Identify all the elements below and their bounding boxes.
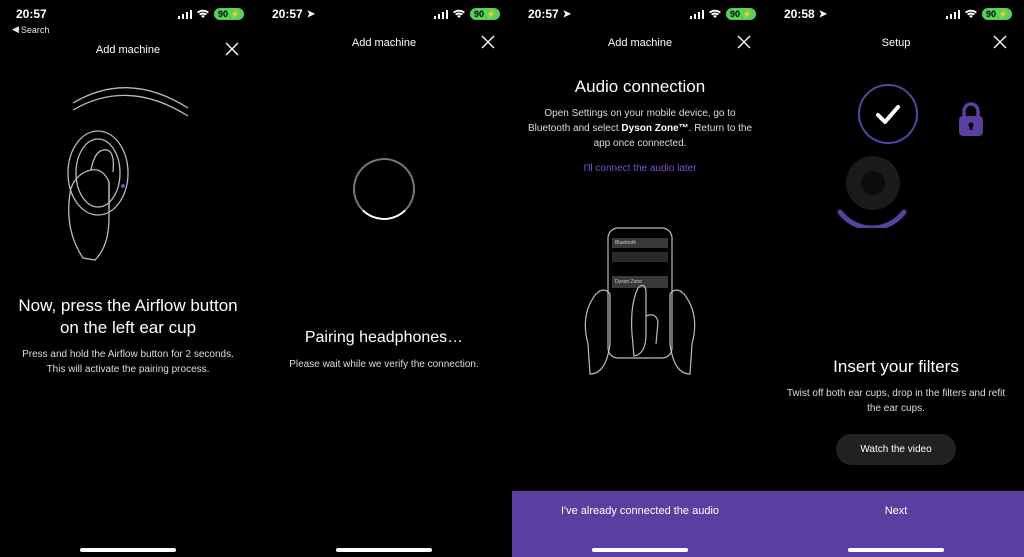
cellular-icon (434, 9, 448, 19)
location-icon: ➤ (819, 9, 827, 20)
connect-later-link[interactable]: I'll connect the audio later (583, 163, 696, 174)
subtext: Press and hold the Airflow button for 2 … (16, 347, 240, 377)
status-time: 20:57 (528, 7, 559, 21)
header: Setup (768, 28, 1024, 58)
heading: Now, press the Airflow button on the lef… (16, 295, 240, 339)
battery-indicator: 90⚡ (214, 8, 244, 20)
home-indicator[interactable] (592, 548, 688, 552)
progress-arc-icon (828, 140, 916, 228)
close-icon (992, 34, 1008, 50)
location-icon: ➤ (307, 9, 315, 20)
subtext: Twist off both ear cups, drop in the fil… (784, 386, 1008, 416)
wifi-icon (452, 9, 466, 19)
header-title: Add machine (608, 37, 672, 49)
status-time: 20:57 (272, 7, 303, 21)
home-indicator[interactable] (80, 548, 176, 552)
chevron-left-icon: ◀ (12, 24, 19, 35)
heading: Audio connection (575, 76, 705, 98)
back-to-search[interactable]: ◀ Search (0, 24, 256, 35)
status-bar: 20:57 ➤ 90⚡ (512, 0, 768, 28)
close-button[interactable] (734, 32, 754, 52)
close-button[interactable] (990, 32, 1010, 52)
wifi-icon (964, 9, 978, 19)
screen-4-insert-filters: 20:58 ➤ 90⚡ Setup (768, 0, 1024, 557)
status-bar: 20:58 ➤ 90⚡ (768, 0, 1024, 28)
phone-illustration: Bluetooth Dyson Zone (580, 224, 700, 424)
header-title: Setup (882, 37, 911, 49)
already-connected-button[interactable]: I've already connected the audio (512, 491, 768, 557)
location-icon: ➤ (563, 9, 571, 20)
cellular-icon (690, 9, 704, 19)
cellular-icon (946, 9, 960, 19)
header: Add machine (0, 35, 256, 65)
lock-icon (956, 100, 986, 138)
wifi-icon (196, 9, 210, 19)
close-button[interactable] (478, 32, 498, 52)
screen-2-pairing: 20:57 ➤ 90⚡ Add machine Pairing headphon… (256, 0, 512, 557)
close-icon (736, 34, 752, 50)
close-icon (480, 34, 496, 50)
header: Add machine (256, 28, 512, 58)
next-button[interactable]: Next (768, 491, 1024, 557)
close-button[interactable] (222, 39, 242, 59)
home-indicator[interactable] (336, 548, 432, 552)
close-icon (224, 41, 240, 57)
wifi-icon (708, 9, 722, 19)
screen-1-airflow: 20:57 90⚡ ◀ Search Add machine (0, 0, 256, 557)
loading-spinner-icon (353, 158, 415, 220)
header-title: Add machine (96, 44, 160, 56)
headphone-illustration (38, 73, 218, 283)
header: Add machine (512, 28, 768, 58)
cellular-icon (178, 9, 192, 19)
filter-graphic (806, 84, 986, 244)
home-indicator[interactable] (848, 548, 944, 552)
check-icon (872, 98, 904, 130)
status-bar: 20:57 ➤ 90⚡ (256, 0, 512, 28)
battery-indicator: 90⚡ (982, 8, 1012, 20)
heading: Insert your filters (833, 356, 959, 378)
header-title: Add machine (352, 37, 416, 49)
battery-indicator: 90⚡ (726, 8, 756, 20)
checkmark-badge (858, 84, 918, 144)
battery-indicator: 90⚡ (470, 8, 500, 20)
phone-list-item: Dyson Zone (615, 279, 642, 285)
phone-bluetooth-label: Bluetooth (615, 240, 636, 246)
watch-video-button[interactable]: Watch the video (836, 434, 955, 465)
screen-3-audio-connection: 20:57 ➤ 90⚡ Add machine Audio connection… (512, 0, 768, 557)
subtext: Please wait while we verify the connecti… (289, 357, 479, 372)
subtext: Open Settings on your mobile device, go … (528, 106, 752, 151)
status-time: 20:57 (16, 7, 47, 21)
heading: Pairing headphones… (305, 328, 463, 349)
status-time: 20:58 (784, 7, 815, 21)
